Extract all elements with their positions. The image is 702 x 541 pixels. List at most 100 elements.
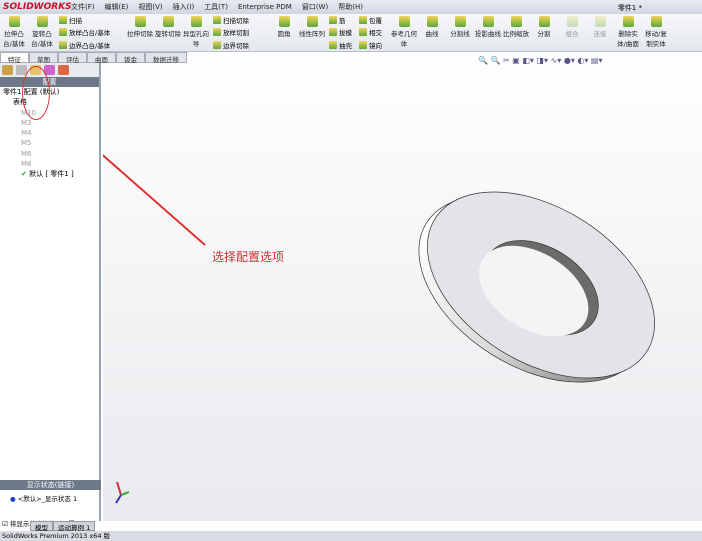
label: 线性阵列 [299,30,325,38]
menu-tools[interactable]: 工具(T) [204,3,228,11]
menu-file[interactable]: 文件(F) [71,3,95,11]
menu-view[interactable]: 视图(V) [138,3,162,11]
split-line-button[interactable]: 分割线 [446,14,474,51]
config-item[interactable]: M6 [3,149,99,159]
label: 筋 [339,17,346,26]
boundary-cut-button[interactable]: 边界切除 [213,40,267,50]
reference-icon [398,16,410,27]
loft-cut-button[interactable]: 放样切割 [213,27,267,37]
configuration-tree: 零件1 配置 (默认) 表格 M10 M3 M4 M5 M6 M8 ✔ 默认 [… [0,87,99,180]
curves-button[interactable]: 曲线 [418,14,446,51]
label: 包覆 [369,17,382,26]
label: 圆角 [277,30,291,38]
intersect-button[interactable]: 相交 [359,27,387,37]
label: 拉伸凸台/基体 [3,30,25,48]
menu-help[interactable]: 帮助(H) [338,3,363,11]
menu-insert[interactable]: 插入(I) [173,3,195,11]
label: 移动/复制实体 [645,30,667,48]
label: 投影曲线 [475,30,501,38]
boundary-cut-icon [213,40,221,49]
display-manager-tab[interactable] [58,65,69,75]
menu-window[interactable]: 窗口(W) [302,3,328,11]
annotation-arrow [103,154,206,246]
label: 边界切除 [223,41,249,50]
command-manager: 拉伸凸台/基体 旋转凸台/基体 扫描 放样凸台/基体 边界凸台/基体 拉伸切除 … [0,14,702,52]
revolve-boss-button[interactable]: 旋转凸台/基体 [28,14,56,51]
washer-model[interactable] [103,52,702,521]
config-item[interactable]: M10 [3,108,99,118]
graphics-area[interactable]: 🔍 🔍 ✂ ▣ ◧▾ ◨▾ ∿▾ ●▾ ◐▾ ▤▾ [103,52,702,521]
label: 组合 [565,30,579,38]
draft-button[interactable]: 拔模 [329,27,353,37]
document-title: 零件1 * [617,4,642,12]
tab-data-migration[interactable]: 数据迁移 [145,52,187,64]
tab-model[interactable]: 模型 [30,521,53,532]
label: 放样切割 [223,29,249,38]
cut-icon [134,16,146,27]
label: 抽壳 [339,41,352,50]
label: 扫描 [69,17,82,26]
projected-curve-button[interactable]: 投影曲线 [474,14,502,51]
tab-sketch[interactable]: 草图 [29,52,58,64]
projected-icon [482,16,494,27]
loft-icon [59,28,67,37]
intersect-icon [359,28,367,37]
combine-icon [566,16,578,27]
hole-wizard-button[interactable]: 异型孔向导 [182,14,210,51]
tab-features[interactable]: 特征 [0,52,29,64]
boundary-boss-button[interactable]: 边界凸台/基体 [59,40,123,50]
revolve-icon [36,16,48,27]
tree-root[interactable]: 零件1 配置 (默认) [3,87,99,97]
label: 扫描切除 [223,17,249,26]
wrap-button[interactable]: 包覆 [359,15,387,25]
label: 分割线 [450,30,470,38]
config-item[interactable]: M8 [3,159,99,169]
highlight-circle [22,66,50,120]
menu-pdm[interactable]: Enterprise PDM [238,3,292,11]
extrude-icon [8,16,20,27]
config-item[interactable]: M5 [3,138,99,148]
label: 相交 [369,29,382,38]
tab-surfaces[interactable]: 曲面 [87,52,116,64]
reference-geometry-button[interactable]: 参考几何体 [390,14,418,51]
move-copy-body-button[interactable]: 移动/复制实体 [642,14,670,51]
menu-edit[interactable]: 编辑(E) [105,3,129,11]
label: 曲线 [425,30,439,38]
tab-evaluate[interactable]: 评估 [58,52,87,64]
loft-button[interactable]: 放样凸台/基体 [59,27,123,37]
tree-table[interactable]: 表格 [3,97,99,107]
revolve-cut-button[interactable]: 旋转切除 [154,14,182,51]
command-tabs: 特征 草图 评估 曲面 钣金 数据迁移 [0,52,187,64]
label: <默认>_显示状态 1 [17,495,78,503]
sweep-cut-icon [213,16,221,25]
config-item[interactable]: M4 [3,128,99,138]
extrude-boss-button[interactable]: 拉伸凸台/基体 [0,14,28,51]
mirror-button[interactable]: 镜向 [359,40,387,50]
rib-button[interactable]: 筋 [329,15,353,25]
feature-manager-tab[interactable] [2,65,13,75]
menu-bar: 文件(F) 编辑(E) 视图(V) 插入(I) 工具(T) Enterprise PDM 窗… [66,2,368,12]
tab-motion-study[interactable]: 运动算例 1 [53,521,96,532]
config-item[interactable]: M3 [3,118,99,128]
manager-tabs [0,63,99,77]
label: 比例缩放 [503,30,529,38]
label: 参考几何体 [391,30,417,48]
split-button[interactable]: 分割 [530,14,558,51]
label: 删除实体/曲面 [617,30,639,48]
scale-button[interactable]: 比例缩放 [502,14,530,51]
active-config-item[interactable]: ✔ 默认 [ 零件1 ] [3,169,99,179]
linear-pattern-button[interactable]: 线性阵列 [298,14,326,51]
sweep-cut-button[interactable]: 扫描切除 [213,15,267,25]
fillet-button[interactable]: 圆角 [270,14,298,51]
join-button[interactable]: 连接 [586,14,614,51]
label: 拔模 [339,29,352,38]
sweep-button[interactable]: 扫描 [59,15,123,25]
display-state-item[interactable]: ● <默认>_显示状态 1 [0,490,101,506]
combine-button[interactable]: 组合 [558,14,586,51]
tab-sheet-metal[interactable]: 钣金 [116,52,145,64]
delete-body-button[interactable]: 删除实体/曲面 [614,14,642,51]
extrude-cut-button[interactable]: 拉伸切除 [126,14,154,51]
mirror-icon [359,40,367,49]
bottom-tabs: 模型 运动算例 1 [0,521,96,532]
shell-button[interactable]: 抽壳 [329,40,353,50]
